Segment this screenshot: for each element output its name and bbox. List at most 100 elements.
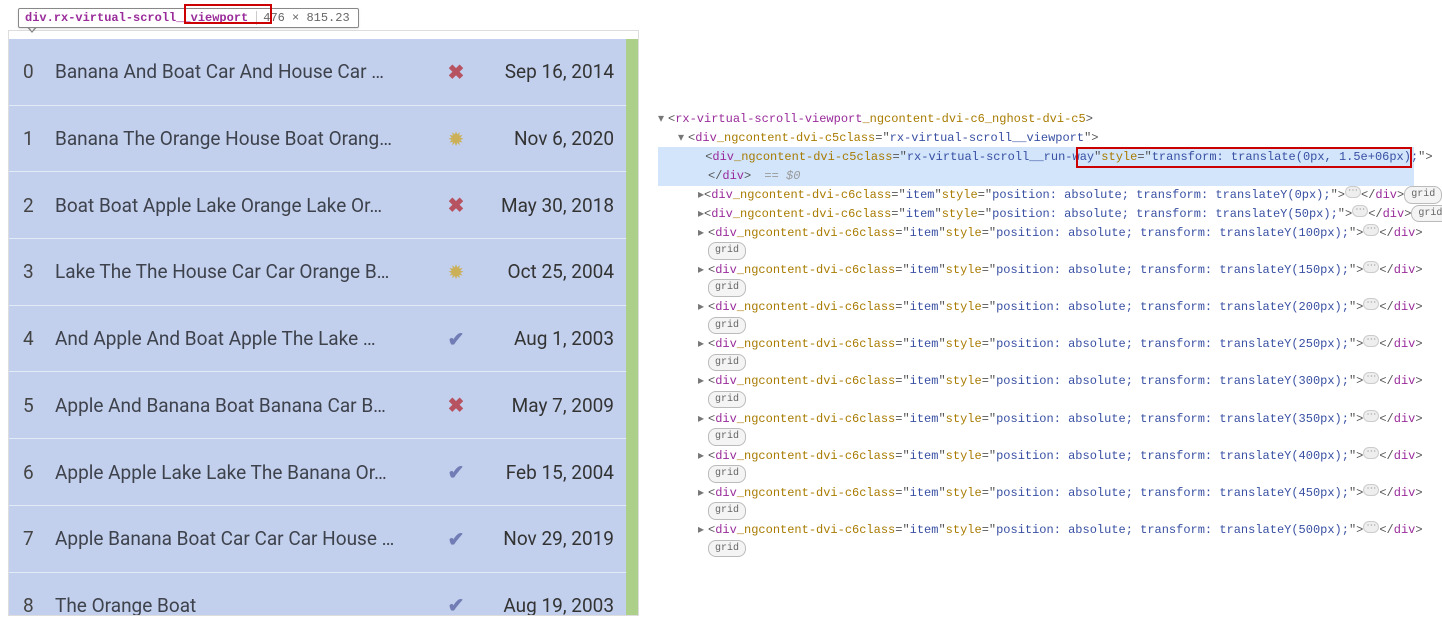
check-icon: ✔ [438, 595, 474, 615]
highlight-box-dims [184, 4, 272, 24]
selected-node-marker: == $0 [757, 167, 800, 186]
cross-icon: ✖ [438, 395, 474, 415]
dom-node-item-badge-row[interactable]: grid [658, 428, 1428, 447]
ellipsis-icon[interactable]: ⋯ [1352, 205, 1368, 217]
caret-right-icon[interactable]: ▸ [698, 372, 708, 391]
star-icon: ✹ [438, 129, 474, 149]
caret-right-icon[interactable]: ▸ [698, 261, 708, 280]
grid-badge[interactable]: grid [1404, 186, 1442, 204]
item-title: The Orange Boat [55, 594, 438, 616]
dom-node-viewport[interactable]: ▾<div _ngcontent-dvi-c5 class="rx-virtua… [658, 129, 1428, 148]
grid-badge[interactable]: grid [708, 317, 746, 335]
caret-right-icon[interactable]: ▸ [698, 447, 708, 466]
list-item[interactable]: 4And Apple And Boat Apple The Lake …✔Aug… [9, 306, 628, 373]
list-item[interactable]: 3Lake The The House Car Car Orange B…✹Oc… [9, 239, 628, 306]
star-icon: ✹ [438, 262, 474, 282]
grid-badge[interactable]: grid [708, 465, 746, 483]
item-title: Apple Banana Boat Car Car Car House … [55, 527, 438, 550]
dom-node-item[interactable]: ▸<div _ngcontent-dvi-c6 class="item" sty… [658, 205, 1428, 224]
list-item[interactable]: 8The Orange Boat✔Aug 19, 2003 [9, 573, 628, 616]
item-date: Feb 15, 2004 [474, 461, 614, 484]
scrollbar-track[interactable] [626, 39, 638, 616]
item-date: Sep 16, 2014 [474, 60, 614, 83]
item-date: Nov 29, 2019 [474, 527, 614, 550]
list-item[interactable]: 7Apple Banana Boat Car Car Car House …✔N… [9, 506, 628, 573]
list-item[interactable]: 5Apple And Banana Boat Banana Car B…✖May… [9, 373, 628, 440]
virtual-scroll-viewport-highlight[interactable]: 0Banana And Boat Car And House Car …✖Sep… [9, 39, 639, 616]
dom-node-item[interactable]: ▸<div _ngcontent-dvi-c6 class="item" sty… [658, 224, 1428, 243]
caret-down-icon[interactable]: ▾ [658, 110, 668, 129]
ellipsis-icon[interactable]: ⋯ [1363, 298, 1379, 310]
check-icon: ✔ [438, 462, 474, 482]
item-date: Oct 25, 2004 [474, 260, 614, 283]
item-index: 7 [23, 527, 55, 550]
caret-right-icon[interactable]: ▸ [698, 224, 708, 243]
grid-badge[interactable]: grid [708, 391, 746, 409]
ellipsis-icon[interactable]: ⋯ [1363, 261, 1379, 273]
item-title: Banana The Orange House Boat Orang… [55, 127, 438, 150]
list-item[interactable]: 2Boat Boat Apple Lake Orange Lake Or…✖Ma… [9, 172, 628, 239]
dom-node-item-badge-row[interactable]: grid [658, 242, 1428, 261]
dom-node-root[interactable]: ▾<rx-virtual-scroll-viewport _ngcontent-… [658, 110, 1428, 129]
ellipsis-icon[interactable]: ⋯ [1363, 335, 1379, 347]
dom-node-item[interactable]: ▸<div _ngcontent-dvi-c6 class="item" sty… [658, 298, 1428, 317]
grid-badge[interactable]: grid [708, 354, 746, 372]
ellipsis-icon[interactable]: ⋯ [1363, 410, 1379, 422]
ellipsis-icon[interactable]: ⋯ [1363, 224, 1379, 236]
item-index: 1 [23, 127, 55, 150]
ellipsis-icon[interactable]: ⋯ [1363, 447, 1379, 459]
dom-node-item[interactable]: ▸<div _ngcontent-dvi-c6 class="item" sty… [658, 186, 1428, 205]
dom-node-item-badge-row[interactable]: grid [658, 317, 1428, 336]
item-index: 4 [23, 327, 55, 350]
dom-node-item[interactable]: ▸<div _ngcontent-dvi-c6 class="item" sty… [658, 410, 1428, 429]
grid-badge[interactable]: grid [708, 428, 746, 446]
check-icon: ✔ [438, 329, 474, 349]
ellipsis-icon[interactable]: ⋯ [1363, 372, 1379, 384]
dom-node-item[interactable]: ▸<div _ngcontent-dvi-c6 class="item" sty… [658, 335, 1428, 354]
caret-right-icon[interactable]: ▸ [698, 335, 708, 354]
dom-node-item-badge-row[interactable]: grid [658, 391, 1428, 410]
item-title: Lake The The House Car Car Orange B… [55, 260, 438, 283]
grid-badge[interactable]: grid [708, 540, 746, 558]
grid-badge[interactable]: grid [708, 279, 746, 297]
dom-node-item[interactable]: ▸<div _ngcontent-dvi-c6 class="item" sty… [658, 261, 1428, 280]
highlight-box-style [1076, 147, 1412, 168]
dom-node-item-badge-row[interactable]: grid [658, 354, 1428, 373]
ellipsis-icon[interactable]: ⋯ [1345, 186, 1361, 198]
item-index: 5 [23, 394, 55, 417]
caret-down-icon[interactable]: ▾ [678, 129, 688, 148]
caret-right-icon[interactable]: ▸ [698, 298, 708, 317]
grid-badge[interactable]: grid [708, 502, 746, 520]
item-title: Banana And Boat Car And House Car … [55, 60, 438, 83]
item-title: Apple Apple Lake Lake The Banana Or… [55, 461, 438, 484]
item-title: And Apple And Boat Apple The Lake … [55, 327, 438, 350]
item-date: Nov 6, 2020 [474, 127, 614, 150]
cross-icon: ✖ [438, 195, 474, 215]
ellipsis-icon[interactable]: ⋯ [1363, 521, 1379, 533]
dom-node-item-badge-row[interactable]: grid [658, 540, 1428, 559]
item-index: 8 [23, 594, 55, 616]
dom-node-item-badge-row[interactable]: grid [658, 279, 1428, 298]
elements-panel[interactable]: ▾<rx-virtual-scroll-viewport _ngcontent-… [658, 110, 1428, 558]
item-index: 6 [23, 461, 55, 484]
item-date: Aug 19, 2003 [474, 594, 614, 616]
dom-node-item-badge-row[interactable]: grid [658, 502, 1428, 521]
list-item[interactable]: 1Banana The Orange House Boat Orang…✹Nov… [9, 106, 628, 173]
dom-node-item[interactable]: ▸<div _ngcontent-dvi-c6 class="item" sty… [658, 521, 1428, 540]
ellipsis-icon[interactable]: ⋯ [1363, 484, 1379, 496]
item-title: Boat Boat Apple Lake Orange Lake Or… [55, 194, 438, 217]
item-index: 2 [23, 194, 55, 217]
list-item[interactable]: 0Banana And Boat Car And House Car …✖Sep… [9, 39, 628, 106]
dom-node-item[interactable]: ▸<div _ngcontent-dvi-c6 class="item" sty… [658, 372, 1428, 391]
grid-badge[interactable]: grid [708, 242, 746, 260]
dom-node-item-badge-row[interactable]: grid [658, 465, 1428, 484]
caret-right-icon[interactable]: ▸ [698, 410, 708, 429]
caret-right-icon[interactable]: ▸ [698, 484, 708, 503]
dom-node-item[interactable]: ▸<div _ngcontent-dvi-c6 class="item" sty… [658, 484, 1428, 503]
dom-node-item[interactable]: ▸<div _ngcontent-dvi-c6 class="item" sty… [658, 447, 1428, 466]
item-date: Aug 1, 2003 [474, 327, 614, 350]
grid-badge[interactable]: grid [1411, 205, 1442, 223]
caret-right-icon[interactable]: ▸ [698, 521, 708, 540]
page-preview-frame: 0Banana And Boat Car And House Car …✖Sep… [8, 30, 639, 616]
list-item[interactable]: 6Apple Apple Lake Lake The Banana Or…✔Fe… [9, 439, 628, 506]
